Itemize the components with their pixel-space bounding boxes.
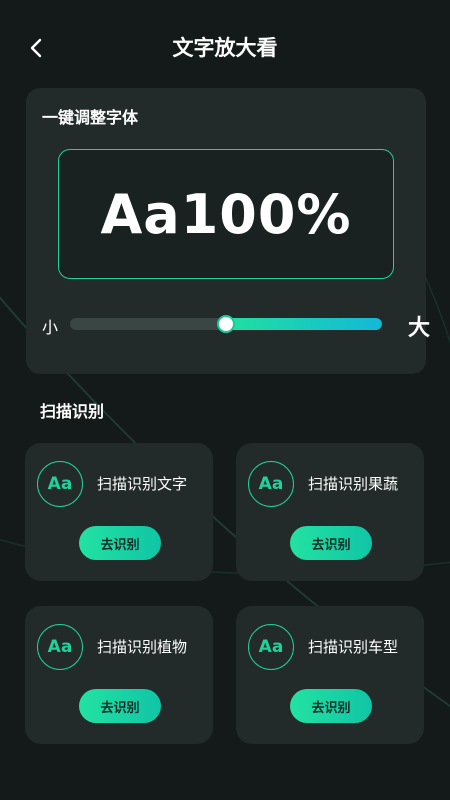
scan-text-button[interactable]: 去识别 <box>79 526 161 560</box>
aa-icon: Aa <box>37 461 83 507</box>
slider-fill <box>226 318 382 330</box>
scan-produce-button[interactable]: 去识别 <box>290 526 372 560</box>
page-title: 文字放大看 <box>172 36 278 60</box>
aa-icon: Aa <box>37 624 83 670</box>
scan-plant-button[interactable]: 去识别 <box>79 689 161 723</box>
scan-car-button[interactable]: 去识别 <box>290 689 372 723</box>
aa-icon: Aa <box>248 461 294 507</box>
scan-card-label: 扫描识别文字 <box>97 475 188 493</box>
font-adjust-card: 一键调整字体 Aa100% 小 大 <box>26 88 430 374</box>
scan-card-label: 扫描识别果蔬 <box>308 475 399 493</box>
app-header: 文字放大看 <box>0 0 450 96</box>
font-preview-box: Aa100% <box>58 149 394 279</box>
slider-min-label: 小 <box>42 318 59 337</box>
scan-card-produce[interactable]: Aa 扫描识别果蔬 去识别 <box>236 443 424 581</box>
scan-card-text[interactable]: Aa 扫描识别文字 去识别 <box>25 443 213 581</box>
scan-card-car[interactable]: Aa 扫描识别车型 去识别 <box>236 606 424 744</box>
font-size-slider[interactable]: 小 大 <box>40 310 430 341</box>
slider-thumb[interactable] <box>217 315 235 333</box>
font-adjust-label: 一键调整字体 <box>42 108 139 127</box>
scan-section-title: 扫描识别 <box>40 402 105 421</box>
scan-card-label: 扫描识别车型 <box>308 638 399 656</box>
aa-icon: Aa <box>248 624 294 670</box>
font-preview-text: Aa100% <box>100 182 352 246</box>
scan-card-plant[interactable]: Aa 扫描识别植物 去识别 <box>25 606 213 744</box>
scan-card-label: 扫描识别植物 <box>97 638 188 656</box>
slider-max-label: 大 <box>407 316 430 341</box>
